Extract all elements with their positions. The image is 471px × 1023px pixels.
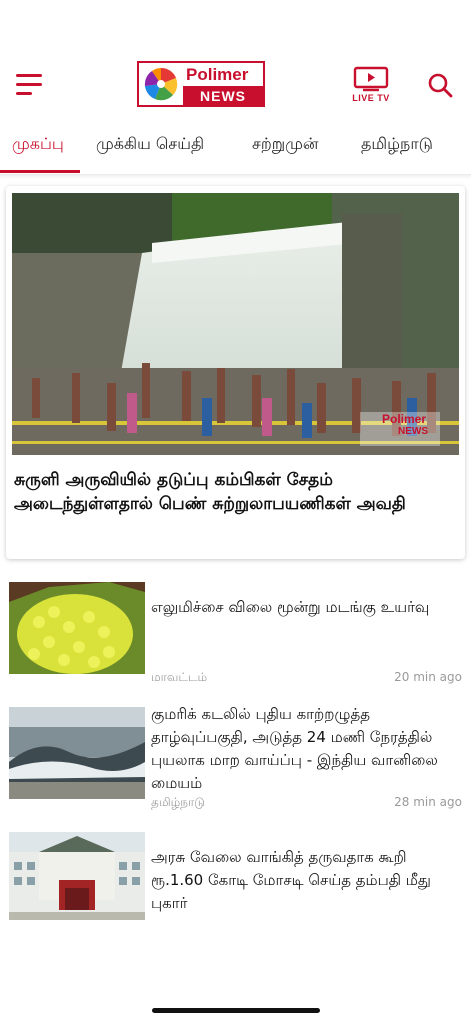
active-tab-indicator [0, 170, 80, 173]
news-title: குமரிக் கடலில் புதிய காற்றழுத்த தாழ்வுப்… [151, 705, 438, 792]
logo-text-polimer: Polimer [186, 64, 249, 84]
menu-icon[interactable] [16, 74, 44, 96]
category-tabs: முகப்பு முக்கிய செய்தி சற்றுமுன் தமிழ்நா… [0, 122, 471, 175]
app-header: Polimer NEWS LIVE TV [0, 0, 471, 120]
tabs-shadow [0, 174, 471, 179]
tab-home[interactable]: முகப்பு [12, 134, 64, 155]
news-list-item[interactable]: எலுமிச்சை விலை மூன்று மடங்கு உயர்வு மாவட… [0, 582, 471, 700]
watermark-text-polimer: Polimer [382, 412, 427, 426]
news-title: அரசு வேலை வாங்கித் தருவதாக கூறி ரூ.1.60 … [151, 848, 431, 912]
live-tv-label: LIVE TV [352, 93, 390, 103]
search-icon[interactable] [427, 72, 453, 98]
tab-breaking[interactable]: சற்றுமுன் [252, 134, 318, 155]
tab-tamilnadu[interactable]: தமிழ்நாடு [361, 134, 433, 155]
news-list-item[interactable]: குமரிக் கடலில் புதிய காற்றழுத்த தாழ்வுப்… [0, 705, 471, 825]
news-time: 20 min ago [394, 670, 462, 684]
news-thumbnail [9, 832, 145, 924]
news-time: 28 min ago [394, 795, 462, 809]
tab-top-news[interactable]: முக்கிய செய்தி [96, 134, 204, 155]
news-thumbnail [9, 707, 145, 799]
news-thumbnail [9, 582, 145, 674]
live-tv-button[interactable]: LIVE TV [349, 66, 393, 106]
home-indicator[interactable] [152, 1008, 320, 1013]
logo-pinwheel-icon [139, 63, 183, 105]
featured-story-image: Polimer NEWS [12, 193, 459, 455]
watermark-text-news: NEWS [398, 426, 428, 437]
news-category: மாவட்டம் [151, 670, 208, 684]
watermark-logo: Polimer NEWS [360, 412, 440, 446]
featured-story-card[interactable]: Polimer NEWS சுருளி அருவியில் தடுப்பு கம… [6, 186, 465, 559]
logo-text-news: NEWS [183, 86, 263, 105]
polimer-news-logo[interactable]: Polimer NEWS [137, 61, 265, 107]
news-title: எலுமிச்சை விலை மூன்று மடங்கு உயர்வு [151, 598, 430, 616]
live-tv-icon [353, 66, 389, 92]
featured-story-title: சுருளி அருவியில் தடுப்பு கம்பிகள் சேதம் … [14, 470, 406, 514]
news-category: தமிழ்நாடு [151, 795, 205, 809]
